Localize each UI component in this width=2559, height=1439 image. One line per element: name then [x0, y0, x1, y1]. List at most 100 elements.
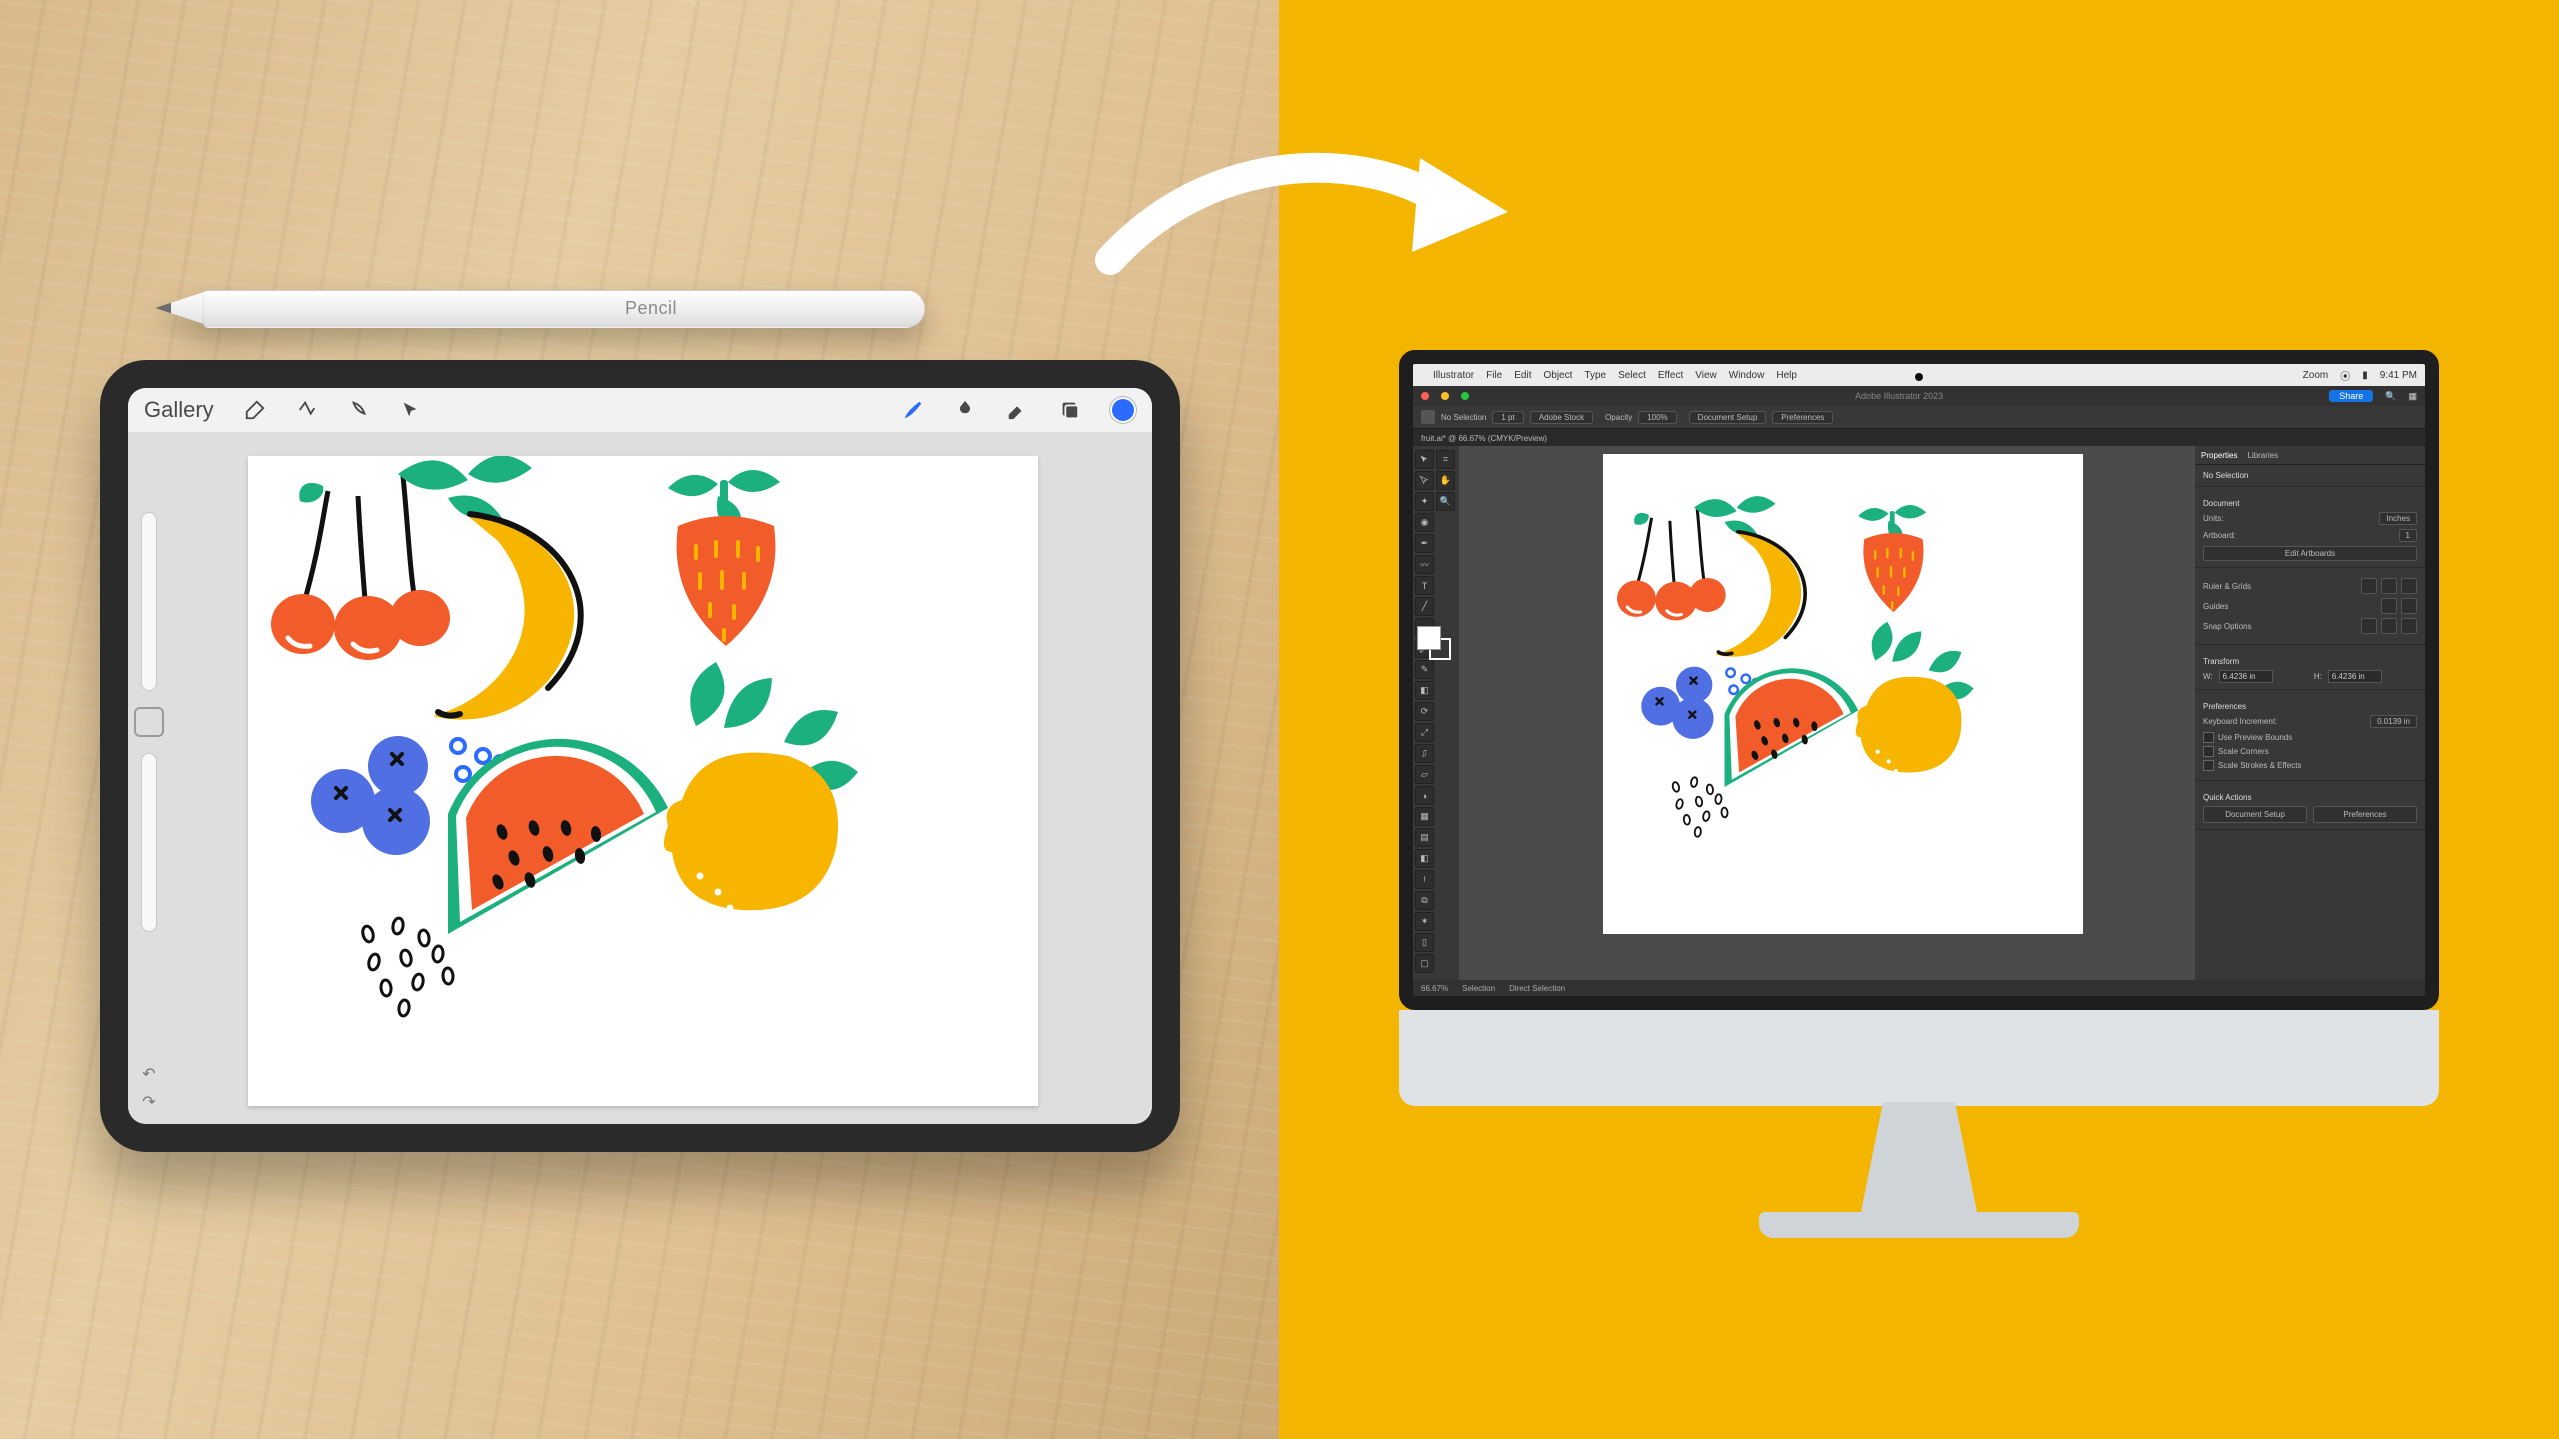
curvature-tool-icon[interactable]: 〰 — [1415, 555, 1434, 574]
scale-corners-checkbox[interactable] — [2203, 746, 2214, 757]
menu-window[interactable]: Window — [1729, 370, 1765, 381]
illustrator-toolbar: ✦ ◉ ✒ 〰 T ╱ ▭ 🖌 ✎ ◧ ⟳ ⤢ ⎎ ▱ ◑ — [1413, 446, 1459, 980]
menu-effect[interactable]: Effect — [1658, 370, 1683, 381]
illustrator-artboard[interactable] — [1603, 454, 2083, 934]
home-icon[interactable] — [1421, 410, 1435, 424]
ctrl-preferences[interactable]: Preferences — [1772, 411, 1833, 424]
lasso-tool-icon[interactable]: ◉ — [1415, 513, 1434, 532]
layers-icon[interactable] — [1058, 399, 1080, 421]
height-field[interactable] — [2328, 670, 2382, 683]
snap-pixel-icon[interactable] — [2361, 618, 2377, 634]
mesh-tool-icon[interactable]: ▤ — [1415, 828, 1434, 847]
units-label: Units: — [2203, 514, 2223, 523]
selection-icon[interactable] — [348, 399, 370, 421]
stroke-weight[interactable]: 1 pt — [1492, 411, 1523, 424]
eyedropper-tool-icon[interactable]: ⟊ — [1415, 870, 1434, 889]
stock-search[interactable]: Adobe Stock — [1530, 411, 1593, 424]
rotate-tool-icon[interactable]: ⟳ — [1415, 702, 1434, 721]
brush-opacity-slider[interactable] — [141, 753, 157, 932]
menu-type[interactable]: Type — [1584, 370, 1606, 381]
battery-icon[interactable]: ▮ — [2362, 370, 2368, 381]
symbol-sprayer-tool-icon[interactable]: ✶ — [1415, 912, 1434, 931]
type-tool-icon[interactable]: T — [1415, 576, 1434, 595]
ruler-icon[interactable] — [2361, 578, 2377, 594]
share-button[interactable]: Share — [2329, 390, 2373, 402]
brush-size-slider[interactable] — [141, 512, 157, 691]
color-picker[interactable] — [1110, 397, 1136, 423]
magic-wand-tool-icon[interactable]: ✦ — [1415, 492, 1434, 511]
menu-object[interactable]: Object — [1543, 370, 1572, 381]
document-tab[interactable]: fruit.ai* @ 66.67% (CMYK/Preview) — [1421, 434, 1547, 443]
redo-icon[interactable]: ↷ — [142, 1092, 155, 1112]
eraser-tool-icon[interactable]: ◧ — [1415, 681, 1434, 700]
width-tool-icon[interactable]: ⎎ — [1415, 744, 1434, 763]
brush-icon[interactable] — [902, 399, 924, 421]
modify-button[interactable] — [134, 707, 164, 737]
preferences-button[interactable]: Preferences — [2313, 806, 2417, 823]
scale-strokes-checkbox[interactable] — [2203, 760, 2214, 771]
document-setup-button[interactable]: Document Setup — [2203, 806, 2307, 823]
properties-tab[interactable]: Properties — [2201, 451, 2237, 460]
pen-tool-icon[interactable]: ✒ — [1415, 534, 1434, 553]
menu-select[interactable]: Select — [1618, 370, 1646, 381]
window-min-icon[interactable] — [1441, 392, 1449, 400]
zoom-tool-icon[interactable]: 🔍 — [1436, 492, 1455, 511]
menu-view[interactable]: View — [1695, 370, 1717, 381]
key-increment-field[interactable]: 0.0139 in — [2370, 715, 2417, 728]
opacity-field[interactable]: 100% — [1638, 411, 1676, 424]
use-preview-checkbox[interactable] — [2203, 732, 2214, 743]
guides-lock-icon[interactable] — [2401, 598, 2417, 614]
guides-visibility-icon[interactable] — [2381, 598, 2397, 614]
search-icon[interactable]: 🔍 — [2385, 391, 2396, 402]
procreate-canvas[interactable] — [248, 456, 1038, 1106]
menu-illustrator[interactable]: Illustrator — [1433, 370, 1474, 381]
eraser-icon[interactable] — [1006, 399, 1028, 421]
transparency-grid-icon[interactable] — [2401, 578, 2417, 594]
imac-stand-base — [1759, 1212, 2079, 1238]
artboard-dropdown[interactable]: 1 — [2399, 529, 2417, 542]
column-graph-tool-icon[interactable]: ▯ — [1415, 933, 1434, 952]
imac-chin — [1399, 1010, 2439, 1106]
app-title: Adobe Illustrator 2023 — [1481, 391, 2317, 401]
transform-icon[interactable] — [400, 399, 422, 421]
hand-tool-icon[interactable]: ✋ — [1436, 471, 1455, 490]
window-close-icon[interactable] — [1421, 392, 1429, 400]
wifi-icon[interactable]: ⦿ — [2340, 368, 2350, 383]
menu-help[interactable]: Help — [1776, 370, 1797, 381]
snap-grid-icon[interactable] — [2401, 618, 2417, 634]
direct-selection-tool-icon[interactable] — [1415, 471, 1434, 490]
isight-camera — [1915, 373, 1923, 381]
fill-stroke-swatch[interactable] — [1417, 626, 1451, 660]
libraries-tab[interactable]: Libraries — [2247, 451, 2278, 460]
imac-stand-neck — [1859, 1102, 1979, 1222]
gradient-tool-icon[interactable]: ◧ — [1415, 849, 1434, 868]
line-tool-icon[interactable]: ╱ — [1415, 597, 1434, 616]
undo-icon[interactable]: ↶ — [142, 1064, 155, 1084]
shaper-tool-icon[interactable]: ✎ — [1415, 660, 1434, 679]
adjustments-icon[interactable] — [296, 399, 318, 421]
window-max-icon[interactable] — [1461, 392, 1469, 400]
gallery-button[interactable]: Gallery — [144, 397, 214, 423]
selection-tool-icon[interactable] — [1415, 450, 1434, 469]
edit-artboards-button[interactable]: Edit Artboards — [2203, 546, 2417, 561]
free-transform-tool-icon[interactable]: ▱ — [1415, 765, 1434, 784]
width-field[interactable] — [2219, 670, 2273, 683]
menu-edit[interactable]: Edit — [1514, 370, 1531, 381]
shape-builder-tool-icon[interactable]: ◑ — [1415, 786, 1434, 805]
units-dropdown[interactable]: Inches — [2379, 512, 2417, 525]
ctrl-doc-setup[interactable]: Document Setup — [1689, 411, 1767, 424]
arrange-icon[interactable]: ▦ — [2408, 391, 2417, 402]
snap-point-icon[interactable] — [2381, 618, 2397, 634]
document-section-label: Document — [2203, 499, 2417, 508]
blend-tool-icon[interactable]: ⧉ — [1415, 891, 1434, 910]
perspective-tool-icon[interactable]: ▦ — [1415, 807, 1434, 826]
actions-icon[interactable] — [244, 399, 266, 421]
status-zoom[interactable]: 66.67% — [1421, 984, 1448, 993]
scale-tool-icon[interactable]: ⤢ — [1415, 723, 1434, 742]
grid-icon[interactable] — [2381, 578, 2397, 594]
smudge-icon[interactable] — [954, 399, 976, 421]
menu-file[interactable]: File — [1486, 370, 1502, 381]
slice-tool-icon[interactable]: ⌗ — [1436, 450, 1455, 469]
artboard-tool-icon[interactable]: ▢ — [1415, 954, 1434, 973]
menubar-zoom[interactable]: Zoom — [2303, 370, 2329, 381]
